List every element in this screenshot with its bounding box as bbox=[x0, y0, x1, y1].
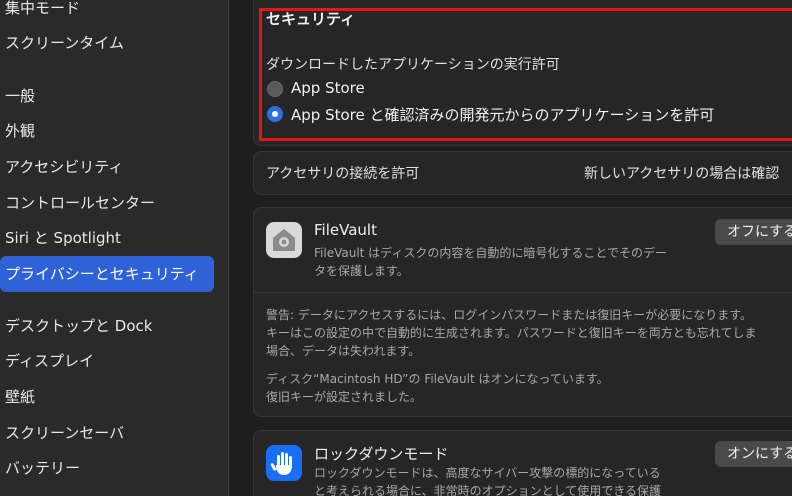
sidebar-item-screen-saver[interactable]: スクリーンセーバ bbox=[0, 415, 214, 451]
sidebar-item-privacy-security[interactable]: プライバシーとセキュリティ bbox=[0, 256, 214, 292]
sidebar: 集中モード スクリーンタイム 一般 外観 アクセシビリティ コントロールセンター… bbox=[0, 0, 229, 496]
accessory-popup[interactable]: 新しいアクセサリの場合は確認 bbox=[584, 163, 779, 183]
filevault-warning-1: 警告: データにアクセスするには、ログインパスワードまたは復旧キーが必要になりま… bbox=[266, 308, 753, 322]
sidebar-item-general[interactable]: 一般 bbox=[0, 78, 214, 114]
filevault-divider bbox=[253, 292, 792, 293]
sidebar-item-screen-time[interactable]: スクリーンタイム bbox=[0, 25, 214, 61]
filevault-icon bbox=[266, 222, 302, 258]
lockdown-description-1: ロックダウンモードは、高度なサイバー攻撃の標的になっている bbox=[314, 466, 661, 480]
lockdown-toggle-button[interactable]: オンにする bbox=[715, 441, 792, 467]
filevault-title: FileVault bbox=[314, 221, 377, 239]
sidebar-item-accessibility[interactable]: アクセシビリティ bbox=[0, 149, 214, 185]
filevault-description-1: FileVault はディスクの内容を自動的に暗号化することでそのデー bbox=[314, 246, 667, 260]
sidebar-item-focus[interactable]: 集中モード bbox=[0, 0, 214, 26]
filevault-warning-3: 場合、データは失われます。 bbox=[266, 344, 421, 358]
sidebar-item-desktop-dock[interactable]: デスクトップと Dock bbox=[0, 308, 214, 344]
filevault-status-2: 復旧キーが設定されました。 bbox=[266, 390, 423, 404]
hand-icon bbox=[266, 445, 302, 481]
sidebar-item-control-center[interactable]: コントロールセンター bbox=[0, 185, 214, 221]
lockdown-description-2: と考えられる場合に、非常時のオプションとして使用できる保護 bbox=[314, 484, 662, 496]
sidebar-item-siri-spotlight[interactable]: Siri と Spotlight bbox=[0, 220, 214, 256]
sidebar-item-displays[interactable]: ディスプレイ bbox=[0, 343, 214, 379]
filevault-warning-2: キーはこの設定の中で自動的に生成されます。パスワードと復旧キーを両方とも忘れてし… bbox=[266, 326, 757, 340]
filevault-status-1: ディスク“Macintosh HD”の FileVault はオンになっています… bbox=[266, 372, 609, 386]
highlight-box bbox=[259, 8, 792, 141]
sidebar-item-wallpaper[interactable]: 壁紙 bbox=[0, 379, 214, 415]
accessory-label: アクセサリの接続を許可 bbox=[266, 166, 420, 182]
main-pane: セキュリティ ダウンロードしたアプリケーションの実行許可 App Store A… bbox=[229, 0, 792, 496]
sidebar-item-battery[interactable]: バッテリー bbox=[0, 450, 214, 486]
filevault-toggle-button[interactable]: オフにする bbox=[715, 219, 792, 245]
sidebar-item-appearance[interactable]: 外観 bbox=[0, 113, 214, 149]
filevault-description-2: タを保護します。 bbox=[314, 264, 409, 278]
lockdown-title: ロックダウンモード bbox=[314, 445, 449, 463]
